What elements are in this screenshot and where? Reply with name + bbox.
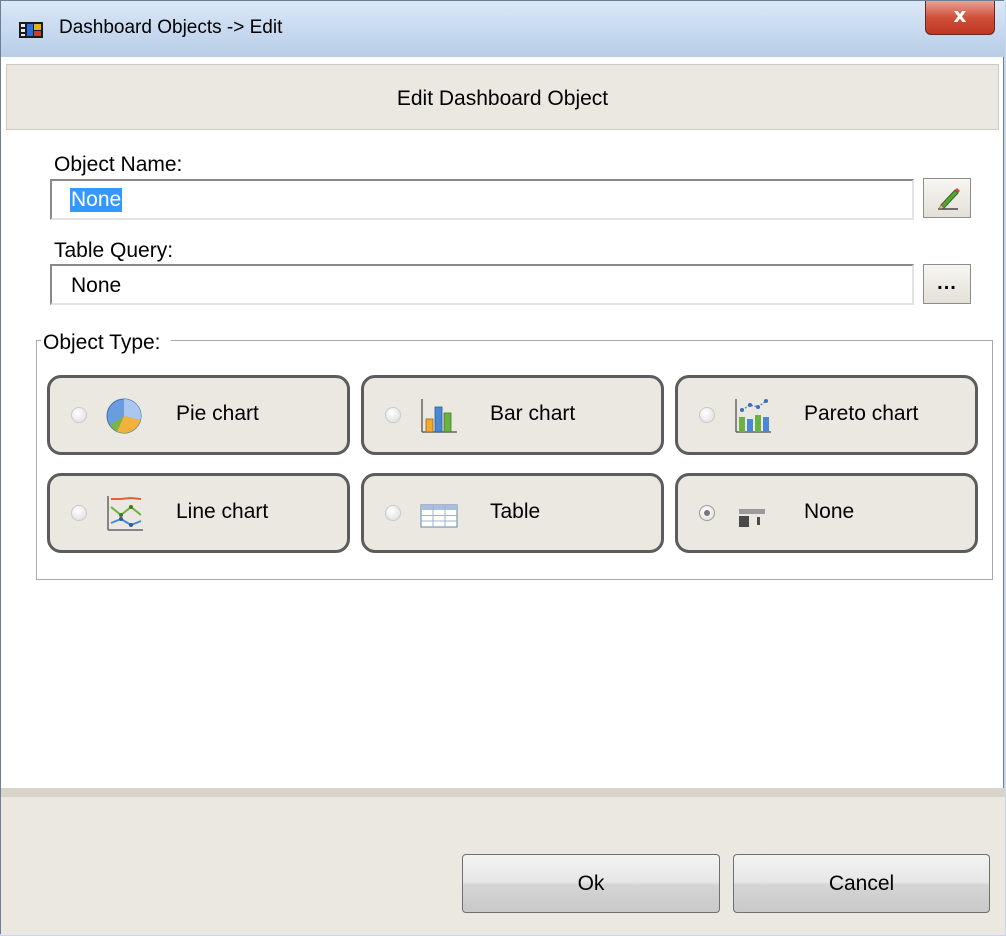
table-query-input[interactable]: None <box>50 264 914 305</box>
dashboard-app-icon <box>19 22 43 38</box>
dialog-footer: Ok Cancel <box>1 788 1005 935</box>
pie-chart-label: Pie chart <box>176 402 259 425</box>
cancel-button-label: Cancel <box>828 872 895 895</box>
close-icon: x <box>953 3 967 27</box>
line-chart-label: Line chart <box>176 500 269 523</box>
title-bar[interactable]: Dashboard Objects -> Edit x <box>1 1 1005 57</box>
ok-button-label: Ok <box>577 872 605 895</box>
option-pareto-chart[interactable]: Pareto chart <box>675 375 978 455</box>
table-icon <box>420 504 458 528</box>
bar-chart-radio[interactable] <box>385 407 401 423</box>
dialog-header: Edit Dashboard Object <box>6 64 999 130</box>
option-bar-chart[interactable]: Bar chart <box>361 375 664 455</box>
option-line-chart[interactable]: Line chart <box>47 473 350 553</box>
bar-chart-icon <box>421 399 457 433</box>
ellipsis-icon: ... <box>937 272 957 294</box>
ok-button[interactable]: Ok <box>462 854 720 913</box>
pareto-chart-radio[interactable] <box>699 407 715 423</box>
none-object-icon <box>739 509 765 527</box>
line-chart-radio[interactable] <box>71 505 87 521</box>
table-radio[interactable] <box>385 505 401 521</box>
option-pie-chart[interactable]: Pie chart <box>47 375 350 455</box>
window-title: Dashboard Objects -> Edit <box>59 17 283 38</box>
browse-query-button[interactable]: ... <box>923 264 971 304</box>
line-chart-icon <box>107 496 143 531</box>
object-type-label: Object Type: <box>41 331 171 355</box>
edit-name-button[interactable] <box>923 178 971 218</box>
object-name-value: None <box>70 188 123 212</box>
none-label: None <box>804 500 855 523</box>
dialog-window: Dashboard Objects -> Edit x Edit Dashboa… <box>0 0 1005 935</box>
option-none[interactable]: None <box>675 473 978 553</box>
dialog-header-title: Edit Dashboard Object <box>396 87 609 110</box>
pencil-icon <box>938 188 960 210</box>
table-label: Table <box>490 500 541 523</box>
pie-chart-radio[interactable] <box>71 407 87 423</box>
pareto-chart-label: Pareto chart <box>804 402 919 425</box>
object-name-label: Object Name: <box>54 153 183 176</box>
table-query-value: None <box>71 274 122 297</box>
bar-chart-label: Bar chart <box>490 402 576 425</box>
cancel-button[interactable]: Cancel <box>733 854 990 913</box>
table-query-label: Table Query: <box>54 239 174 262</box>
object-name-input[interactable]: None <box>50 179 914 220</box>
option-table[interactable]: Table <box>361 473 664 553</box>
pie-chart-icon <box>106 398 142 434</box>
none-radio[interactable] <box>699 505 715 521</box>
pareto-chart-icon <box>735 399 771 433</box>
close-button[interactable]: x <box>925 1 995 35</box>
